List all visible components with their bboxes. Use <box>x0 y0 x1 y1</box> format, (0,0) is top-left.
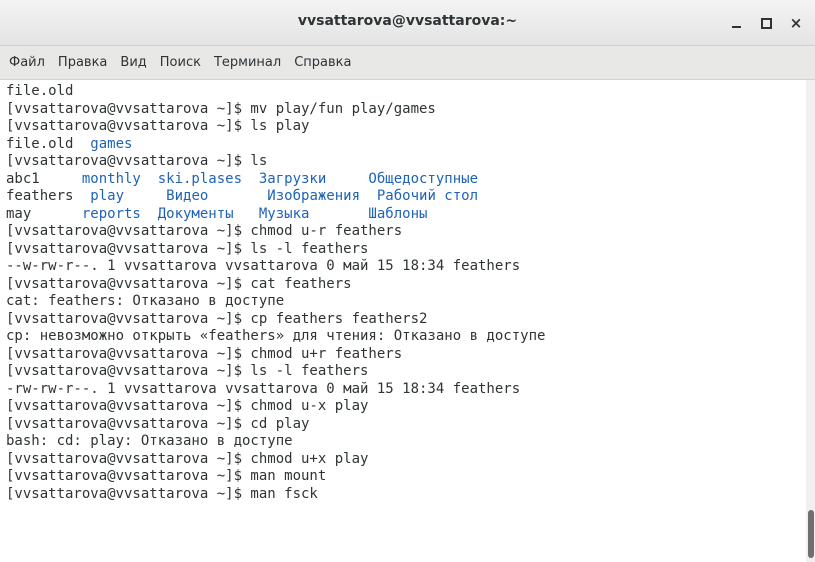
menu-file[interactable]: Файл <box>9 55 45 70</box>
title-bar[interactable]: vvsattarova@vvsattarova:~ × <box>0 0 815 46</box>
terminal-line: bash: cd: play: Отказано в доступе <box>6 433 293 449</box>
terminal-line: file.old games <box>6 136 806 154</box>
terminal-line: [vvsattarova@vvsattarova ~]$ cat feather… <box>6 275 352 292</box>
terminal-line: abc1 monthly ski.plases Загрузки Общедос… <box>6 171 806 189</box>
terminal-line: cat: feathers: Отказано в доступе <box>6 293 285 309</box>
terminal-output[interactable]: file.old [vvsattarova@vvsattarova ~]$ mv … <box>0 80 806 562</box>
directory-name: reports Документы Музыка Шаблоны <box>81 205 428 222</box>
terminal-line: [vvsattarova@vvsattarova ~]$ ls -l feath… <box>6 240 369 257</box>
terminal-line: [vvsattarova@vvsattarova ~]$ chmod u-x p… <box>6 398 369 414</box>
terminal-line: -rw-rw-r--. 1 vvsattarova vvsattarova 0 … <box>6 380 521 397</box>
terminal-line: cp: невозможно открыть «feathers» для чт… <box>6 328 546 344</box>
terminal-window: vvsattarova@vvsattarova:~ × Файл Правка … <box>0 0 815 562</box>
menu-terminal[interactable]: Терминал <box>214 55 281 70</box>
terminal-line: [vvsattarova@vvsattarova ~]$ mv play/fun… <box>6 100 436 117</box>
terminal-line: [vvsattarova@vvsattarova ~]$ chmod u+r f… <box>6 345 403 362</box>
terminal-line: feathers play Видео Изображения Рабочий … <box>6 188 806 206</box>
maximize-button[interactable] <box>755 12 777 34</box>
terminal-line: [vvsattarova@vvsattarova ~]$ ls -l feath… <box>6 363 369 379</box>
terminal-line: [vvsattarova@vvsattarova ~]$ man mount <box>6 468 327 484</box>
terminal-line: [vvsattarova@vvsattarova ~]$ chmod u-r f… <box>6 223 403 239</box>
window-title: vvsattarova@vvsattarova:~ <box>297 13 518 29</box>
directory-name: play Видео Изображения Рабочий стол <box>90 188 479 204</box>
terminal-line: [vvsattarova@vvsattarova ~]$ ls play <box>6 118 310 134</box>
terminal-line: file.old <box>6 83 74 99</box>
maximize-icon <box>760 17 772 29</box>
close-icon: × <box>789 14 803 32</box>
terminal-line: [vvsattarova@vvsattarova ~]$ cd play <box>6 415 310 432</box>
menu-search[interactable]: Поиск <box>160 55 201 70</box>
minimize-button[interactable] <box>725 12 747 34</box>
file-name: may <box>6 205 82 222</box>
terminal-line: [vvsattarova@vvsattarova ~]$ man fsck <box>6 485 318 502</box>
menu-edit[interactable]: Правка <box>58 55 107 70</box>
close-button[interactable]: × <box>785 12 807 34</box>
directory-name: monthly ski.plases Загрузки Общедоступны… <box>81 170 479 187</box>
minimize-icon <box>731 26 741 28</box>
terminal-line: may reports Документы Музыка Шаблоны <box>6 206 806 224</box>
terminal-line: [vvsattarova@vvsattarova ~]$ cp feathers… <box>6 310 428 327</box>
terminal-line: --w-rw-r--. 1 vvsattarova vvsattarova 0 … <box>6 258 521 274</box>
scrollbar-thumb[interactable] <box>808 510 814 558</box>
file-name: feathers <box>6 188 91 204</box>
file-name: file.old <box>6 135 91 152</box>
menu-view[interactable]: Вид <box>120 55 146 70</box>
menu-help[interactable]: Справка <box>294 55 351 70</box>
directory-name: games <box>90 135 133 152</box>
terminal-line: [vvsattarova@vvsattarova ~]$ chmod u+x p… <box>6 450 369 467</box>
terminal-line: [vvsattarova@vvsattarova ~]$ ls <box>6 153 268 169</box>
vertical-scrollbar[interactable] <box>806 80 815 562</box>
menu-bar: Файл Правка Вид Поиск Терминал Справка <box>0 46 815 80</box>
file-name: abc1 <box>6 170 82 187</box>
